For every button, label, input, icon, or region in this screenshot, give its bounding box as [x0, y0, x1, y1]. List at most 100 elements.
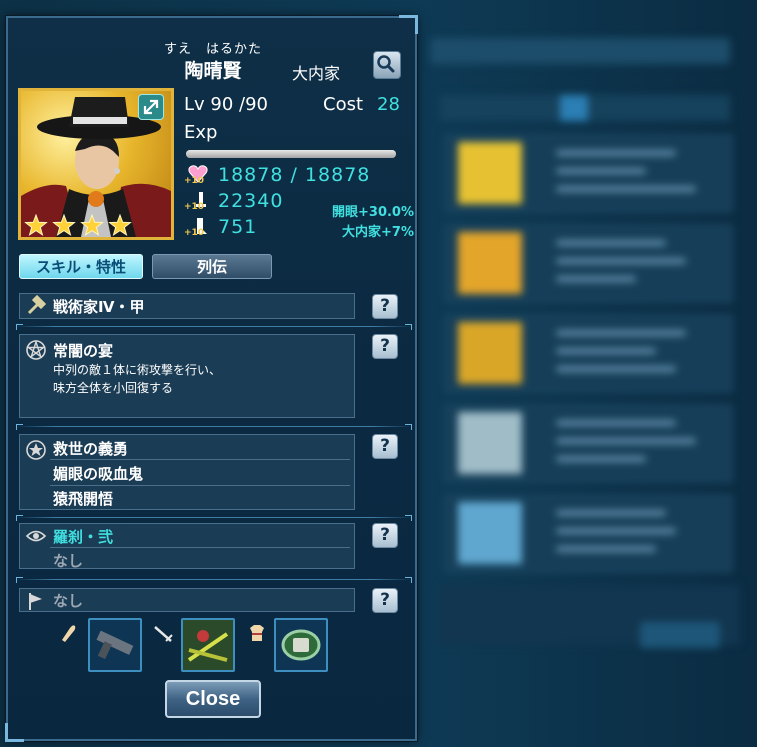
tactic-name: 戦術家Ⅳ・甲	[53, 298, 145, 316]
faction-bonus: 大内家+7%	[342, 225, 414, 240]
blurred-line	[556, 438, 696, 444]
section-divider	[16, 515, 412, 521]
exp-bar-fill	[186, 150, 396, 158]
trait-1: 救世の義勇	[53, 440, 129, 458]
blurred-card-portrait	[458, 322, 522, 384]
blurred-line	[556, 456, 646, 462]
tab-biography[interactable]: 列伝	[152, 254, 272, 279]
blurred-line	[556, 420, 676, 426]
rarity-star-icon	[52, 214, 76, 237]
flag-help-button[interactable]: ?	[372, 588, 398, 613]
trait-2: 媚眼の吸血鬼	[53, 465, 144, 483]
blurred-line	[556, 546, 656, 552]
skill-help-button[interactable]: ?	[372, 334, 398, 359]
defense-value: 751	[218, 216, 258, 238]
section-divider	[16, 424, 412, 430]
defense-stat-icon: +10	[184, 216, 210, 238]
hp-stat-icon: +10	[184, 164, 210, 186]
attack-stat-icon: +10	[184, 190, 210, 212]
crossed-blades-item-icon	[183, 620, 233, 670]
blurred-character-list	[400, 0, 757, 747]
trait-divider	[50, 485, 350, 486]
rarity-star-icon	[108, 214, 132, 237]
close-button[interactable]: Close	[165, 680, 261, 718]
blurred-card	[445, 135, 732, 212]
skill-desc-line2: 味方全体を小回復する	[53, 381, 174, 395]
cost-label: Cost	[323, 94, 364, 115]
blurred-button	[640, 622, 720, 648]
skill-name: 常闇の宴	[53, 342, 114, 360]
plus10-badge: +10	[184, 176, 205, 186]
equip-slot-armor[interactable]	[274, 618, 328, 672]
faction-name: 大内家	[292, 64, 341, 83]
blurred-card-portrait	[458, 412, 522, 474]
blurred-line	[556, 240, 666, 246]
blurred-line	[556, 150, 676, 156]
awaken-box: 羅刹・弐 なし	[19, 523, 355, 570]
blurred-card-portrait	[458, 502, 522, 564]
armor-icon	[250, 625, 264, 641]
blurred-line	[556, 348, 656, 354]
awaken-help-button[interactable]: ?	[372, 523, 398, 548]
exp-bar	[186, 150, 396, 158]
expand-portrait-button[interactable]	[138, 94, 164, 120]
exp-label: Exp	[184, 122, 218, 143]
pentagram-icon	[26, 339, 46, 360]
blurred-line	[556, 366, 676, 372]
bullet-icon	[62, 625, 76, 642]
flag-icon	[29, 593, 42, 610]
blurred-line	[556, 528, 676, 534]
gun-item-icon	[96, 630, 134, 660]
trait-3: 猿飛開悟	[53, 490, 114, 508]
skill-box: 常闇の宴 中列の敵１体に術攻撃を行い、 味方全体を小回復する	[19, 334, 355, 418]
blurred-line	[556, 276, 636, 282]
tab-skills-traits[interactable]: スキル・特性	[19, 254, 143, 279]
cost-value: 28	[377, 94, 400, 115]
rarity-stars	[24, 214, 132, 237]
blurred-card	[445, 315, 732, 392]
flag-row: なし	[19, 588, 355, 612]
question-icon: ?	[380, 436, 390, 456]
blurred-line	[556, 168, 646, 174]
blurred-line	[556, 330, 686, 336]
tactic-help-button[interactable]: ?	[372, 294, 398, 319]
blurred-line	[556, 258, 686, 264]
traits-box: 救世の義勇 媚眼の吸血鬼 猿飛開悟	[19, 434, 355, 510]
character-name: 陶晴賢	[184, 60, 242, 82]
level-text: Lv 90 /90	[184, 94, 268, 115]
plus10-badge: +10	[184, 228, 205, 238]
blurred-card	[445, 405, 732, 482]
awaken-bonus: 開眼+30.0%	[332, 205, 414, 220]
traits-help-button[interactable]: ?	[372, 434, 398, 459]
awaken-divider	[50, 547, 350, 548]
equip-slot-accessory[interactable]	[181, 618, 235, 672]
search-button[interactable]	[373, 51, 401, 79]
expand-icon	[143, 99, 159, 115]
question-icon: ?	[380, 590, 390, 610]
character-detail-panel: すえ はるかた 陶晴賢 大内家 Lv 90 /90 Cost 28 Exp +1…	[5, 15, 418, 742]
question-icon: ?	[380, 336, 390, 356]
flag-value: なし	[53, 592, 84, 610]
rarity-star-icon	[80, 214, 104, 237]
blurred-card	[445, 495, 732, 572]
hp-value: 18878 / 18878	[218, 164, 371, 186]
blade-icon	[154, 626, 173, 642]
hammer-icon	[27, 295, 47, 315]
skill-desc-line1: 中列の敵１体に術攻撃を行い、	[53, 363, 222, 377]
blurred-line	[556, 186, 696, 192]
trait-divider	[50, 459, 350, 460]
blurred-card-portrait	[458, 142, 522, 204]
rarity-star-icon	[24, 214, 48, 237]
attack-value: 22340	[218, 190, 284, 212]
star-badge-icon	[26, 440, 46, 460]
blurred-header	[430, 38, 730, 64]
equip-slot-weapon[interactable]	[88, 618, 142, 672]
bracelet-item-icon	[281, 629, 321, 661]
awaken-title: 羅刹・弐	[53, 528, 114, 546]
awaken-value: なし	[53, 552, 84, 570]
question-icon: ?	[380, 525, 390, 545]
eye-icon	[25, 530, 47, 542]
blurred-card-portrait	[458, 232, 522, 294]
tactic-row: 戦術家Ⅳ・甲	[19, 293, 355, 319]
section-divider	[16, 577, 412, 583]
